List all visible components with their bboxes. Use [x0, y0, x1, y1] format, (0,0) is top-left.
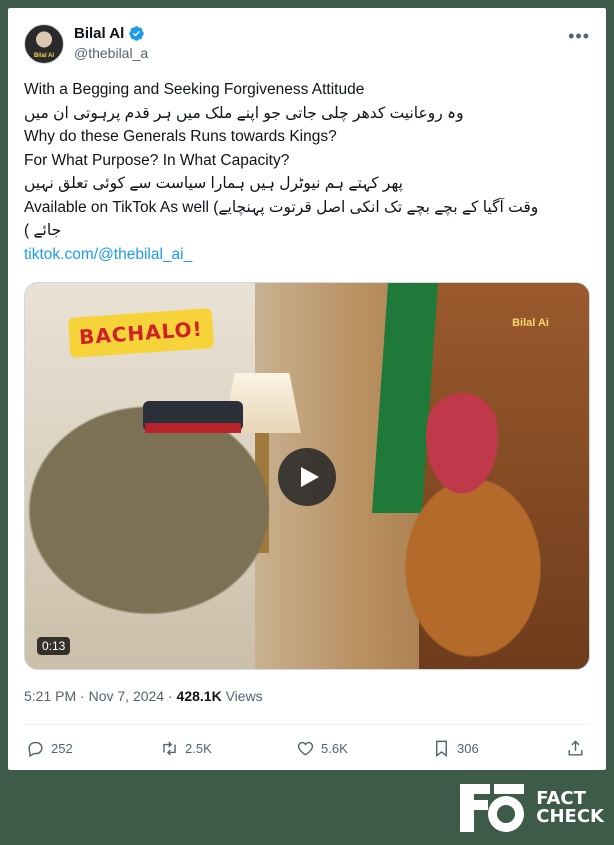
tweet-line-7: جائے ): [24, 222, 62, 239]
video-watermark: Bilal Ai: [512, 317, 549, 329]
retweet-button[interactable]: 2.5K: [160, 739, 212, 758]
bookmark-count: 306: [457, 740, 479, 756]
author-handle[interactable]: @thebilal_a: [74, 45, 148, 61]
retweet-icon: [163, 741, 176, 755]
tweet-meta: 5:21 PM · Nov 7, 2024 · 428.1K Views: [24, 688, 263, 704]
cap-band-image: [145, 423, 241, 433]
reply-icon: [28, 741, 43, 757]
play-icon: [301, 467, 319, 487]
share-icon: [568, 739, 583, 756]
author-name-row: Bilal Al: [74, 25, 145, 42]
headdress-image: [420, 393, 504, 503]
tweet-time[interactable]: 5:21 PM: [24, 688, 76, 704]
play-button[interactable]: [278, 448, 336, 506]
factcheck-line-2: CHECK: [536, 806, 604, 827]
reply-count: 252: [51, 740, 73, 756]
tweet-line-4: For What Purpose? In What Capacity?: [24, 151, 290, 169]
video-player[interactable]: BACHALO! Bilal Ai 0:13: [24, 282, 590, 670]
factcheck-text: FACT CHECK: [536, 790, 604, 826]
bookmark-button[interactable]: 306: [432, 739, 479, 758]
tweet-line-3: Why do these Generals Runs towards Kings…: [24, 128, 337, 145]
factcheck-logo: FACT CHECK: [454, 778, 604, 838]
tweet-date[interactable]: Nov 7, 2024: [89, 688, 165, 704]
tweet-text: With a Begging and Seeking Forgiveness A…: [24, 78, 594, 266]
like-button[interactable]: 5.6K: [296, 739, 348, 758]
tweet-card: Bilal Al Bilal Al @thebilal_a ••• With a…: [8, 8, 606, 770]
retweet-count: 2.5K: [185, 740, 212, 756]
verified-badge-icon: [129, 26, 145, 41]
tweet-line-5: پھر کہتے ہم نیوٹرل ہیں ہمارا سیاست سے کو…: [24, 175, 403, 192]
more-icon[interactable]: •••: [568, 26, 590, 47]
like-icon: [297, 741, 314, 756]
tiktok-link[interactable]: tiktok.com/@thebilal_ai_: [24, 243, 594, 267]
avatar[interactable]: Bilal Al: [24, 24, 64, 64]
author-name[interactable]: Bilal Al: [74, 25, 124, 42]
share-button[interactable]: [566, 739, 585, 758]
bookmark-icon: [436, 740, 447, 757]
video-duration: 0:13: [37, 637, 71, 655]
tweet-line-2: وہ روعانیت کدھر چلی جاتی جو اپنے ملک میں…: [24, 104, 464, 122]
views-label: Views: [225, 688, 263, 704]
reply-button[interactable]: 252: [26, 739, 73, 758]
tweet-line-6: Available on TikTok As well (وقت آگیا کے…: [24, 198, 539, 216]
views-count: 428.1K: [176, 688, 222, 704]
factcheck-mark-icon: [460, 784, 525, 832]
person-left-image: [25, 403, 335, 669]
avatar-label: Bilal Al: [33, 53, 55, 59]
divider: [24, 724, 590, 725]
tweet-line-1: With a Begging and Seeking Forgiveness A…: [24, 81, 365, 98]
like-count: 5.6K: [321, 740, 348, 756]
meta-separator: ·: [80, 688, 85, 704]
action-bar: 252 2.5K 5.6K 306: [24, 736, 590, 760]
meta-separator-2: ·: [167, 688, 173, 704]
